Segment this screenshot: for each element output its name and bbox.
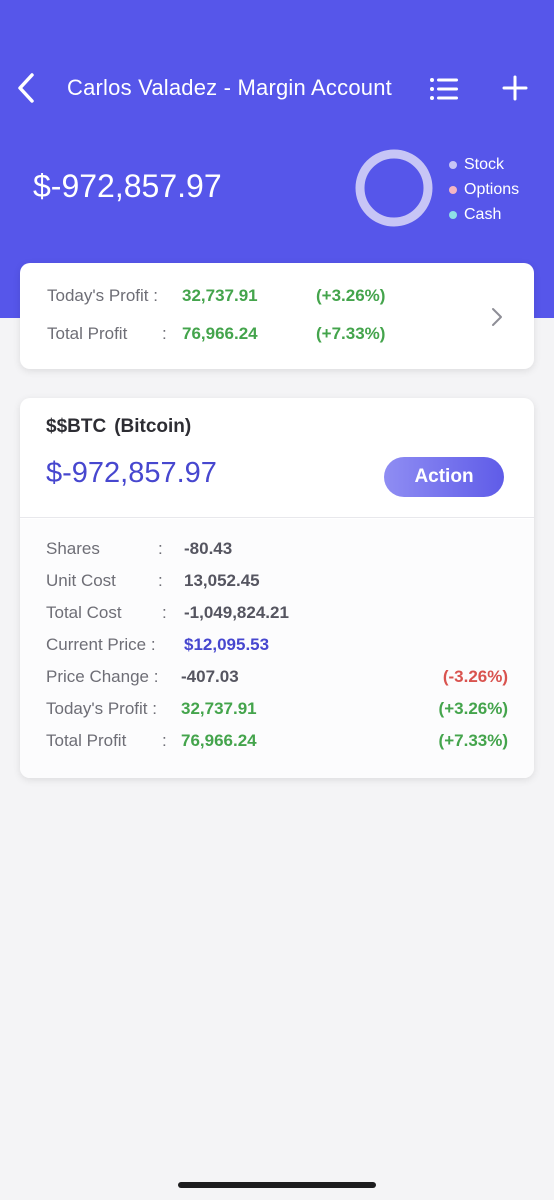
symbol-name: (Bitcoin): [114, 416, 192, 437]
chevron-left-icon: [18, 73, 34, 103]
detail-value: -1,049,824.21: [184, 603, 289, 622]
summary-value: 32,737.91: [182, 286, 258, 305]
symbol-ticker: $$BTC: [46, 416, 107, 437]
legend-label: Stock: [464, 155, 505, 173]
summary-percent: (+3.26%): [316, 286, 386, 305]
divider: [20, 517, 534, 518]
detail-row-total-profit: Total Profit : 76,966.24 (+7.33%): [46, 731, 508, 755]
legend-label: Options: [464, 180, 520, 198]
position-market-value: $-972,857.97: [46, 457, 217, 489]
detail-value: 76,966.24: [181, 731, 257, 750]
detail-row-current-price: Current Price : $12,095.53: [46, 635, 508, 659]
plus-icon: [502, 75, 528, 101]
legend-label: Cash: [464, 205, 502, 223]
legend-dot: [449, 160, 457, 169]
detail-colon: :: [162, 603, 167, 622]
list-icon: [430, 78, 458, 100]
detail-value: $12,095.53: [184, 635, 270, 654]
position-details: Shares : -80.43 Unit Cost : 13,052.45 To…: [20, 519, 534, 778]
detail-row-todays-profit: Today's Profit : 32,737.91 (+3.26%): [46, 699, 508, 723]
summary-total-profit: Total Profit : 76,966.24 (+7.33%): [47, 322, 385, 346]
back-button[interactable]: [12, 70, 42, 106]
summary-percent: (+7.33%): [316, 324, 386, 343]
detail-label: Total Profit: [46, 731, 127, 750]
action-button[interactable]: Action: [384, 457, 504, 497]
allocation-legend: Stock Options Cash: [449, 152, 519, 227]
legend-dot: [449, 185, 457, 194]
legend-item-cash: Cash: [449, 202, 519, 227]
detail-colon: :: [158, 571, 163, 590]
detail-percent: (+3.26%): [438, 699, 508, 718]
summary-colon: :: [162, 324, 167, 343]
profit-summary-card[interactable]: Today's Profit : 32,737.91 (+3.26%) Tota…: [20, 263, 534, 369]
detail-label: Price Change :: [46, 667, 159, 686]
account-balance: $-972,857.97: [33, 168, 222, 204]
detail-label: Unit Cost: [46, 571, 116, 590]
detail-row-shares: Shares : -80.43: [46, 539, 508, 563]
detail-label: Total Cost: [46, 603, 122, 622]
chevron-right-icon: [492, 308, 502, 326]
allocation-donut-chart[interactable]: [352, 146, 436, 230]
home-indicator[interactable]: [178, 1182, 376, 1188]
legend-item-stock: Stock: [449, 152, 519, 177]
position-card: $$BTC (Bitcoin) $-972,857.97 Action Share…: [20, 398, 534, 778]
detail-label: Shares: [46, 539, 100, 558]
summary-label: Total Profit: [47, 324, 128, 343]
legend-item-options: Options: [449, 177, 519, 202]
summary-todays-profit: Today's Profit : 32,737.91 (+3.26%): [47, 284, 385, 308]
detail-colon: :: [158, 539, 163, 558]
detail-colon: :: [162, 731, 167, 750]
detail-value: -407.03: [181, 667, 239, 686]
page-title: Carlos Valadez - Margin Account: [67, 75, 392, 100]
detail-value: 13,052.45: [184, 571, 260, 590]
add-button[interactable]: [500, 72, 530, 104]
detail-row-price-change: Price Change : -407.03 (-3.26%): [46, 667, 508, 691]
detail-row-unit-cost: Unit Cost : 13,052.45: [46, 571, 508, 595]
legend-dot: [449, 210, 457, 219]
detail-label: Current Price :: [46, 635, 156, 654]
detail-row-total-cost: Total Cost : -1,049,824.21: [46, 603, 508, 627]
position-symbol: $$BTC (Bitcoin): [46, 416, 191, 438]
detail-percent: (-3.26%): [442, 667, 508, 686]
summary-label: Today's Profit :: [47, 286, 158, 305]
list-button[interactable]: [428, 76, 460, 102]
detail-percent: (+7.33%): [438, 731, 508, 750]
detail-value: -80.43: [184, 539, 233, 558]
detail-label: Today's Profit :: [46, 699, 157, 718]
detail-value: 32,737.91: [181, 699, 257, 718]
summary-value: 76,966.24: [182, 324, 258, 343]
